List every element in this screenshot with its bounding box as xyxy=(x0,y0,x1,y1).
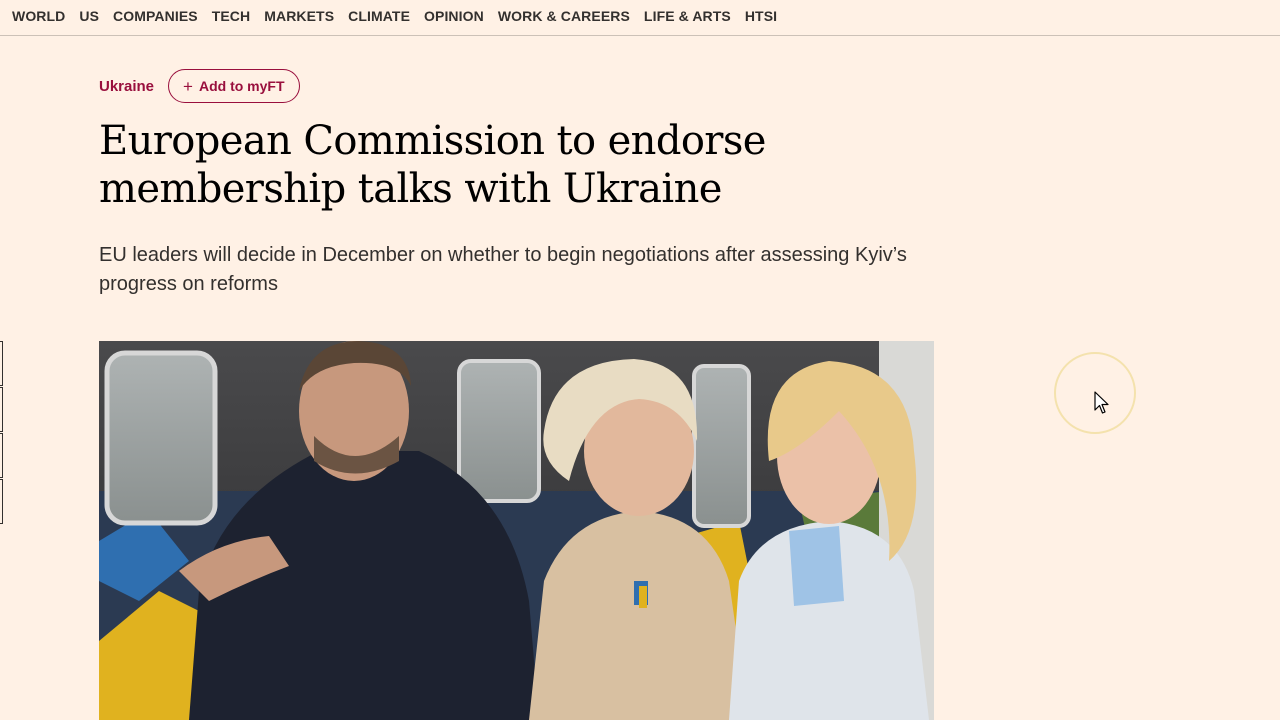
nav-item-climate[interactable]: CLIMATE xyxy=(348,8,410,24)
mouse-pointer-icon xyxy=(1094,391,1110,420)
share-rail xyxy=(0,341,4,545)
add-to-myft-label: Add to myFT xyxy=(198,78,285,94)
plus-icon: + xyxy=(183,76,193,96)
share-button[interactable] xyxy=(0,433,3,478)
nav-item-world[interactable]: WORLD xyxy=(12,8,65,24)
nav-item-us[interactable]: US xyxy=(79,8,99,24)
nav-item-markets[interactable]: MARKETS xyxy=(264,8,334,24)
share-button[interactable] xyxy=(0,341,3,386)
top-navigation: WORLD US COMPANIES TECH MARKETS CLIMATE … xyxy=(0,0,1280,36)
headline: European Commission to endorse membershi… xyxy=(99,118,766,212)
share-button[interactable] xyxy=(0,387,3,432)
add-to-myft-button[interactable]: + Add to myFT xyxy=(168,69,300,103)
nav-item-life-arts[interactable]: LIFE & ARTS xyxy=(644,8,731,24)
nav-item-tech[interactable]: TECH xyxy=(212,8,251,24)
article-header: Ukraine + Add to myFT European Commissio… xyxy=(99,69,939,299)
hero-image xyxy=(99,341,934,720)
standfirst: EU leaders will decide in December on wh… xyxy=(99,244,907,295)
nav-item-opinion[interactable]: OPINION xyxy=(424,8,484,24)
nav-item-work-careers[interactable]: WORK & CAREERS xyxy=(498,8,630,24)
nav-item-htsi[interactable]: HTSI xyxy=(745,8,777,24)
topic-row: Ukraine + Add to myFT xyxy=(99,69,939,103)
share-button[interactable] xyxy=(0,479,3,524)
nav-item-companies[interactable]: COMPANIES xyxy=(113,8,198,24)
hero-photo xyxy=(99,341,934,720)
topic-link[interactable]: Ukraine xyxy=(99,78,154,95)
